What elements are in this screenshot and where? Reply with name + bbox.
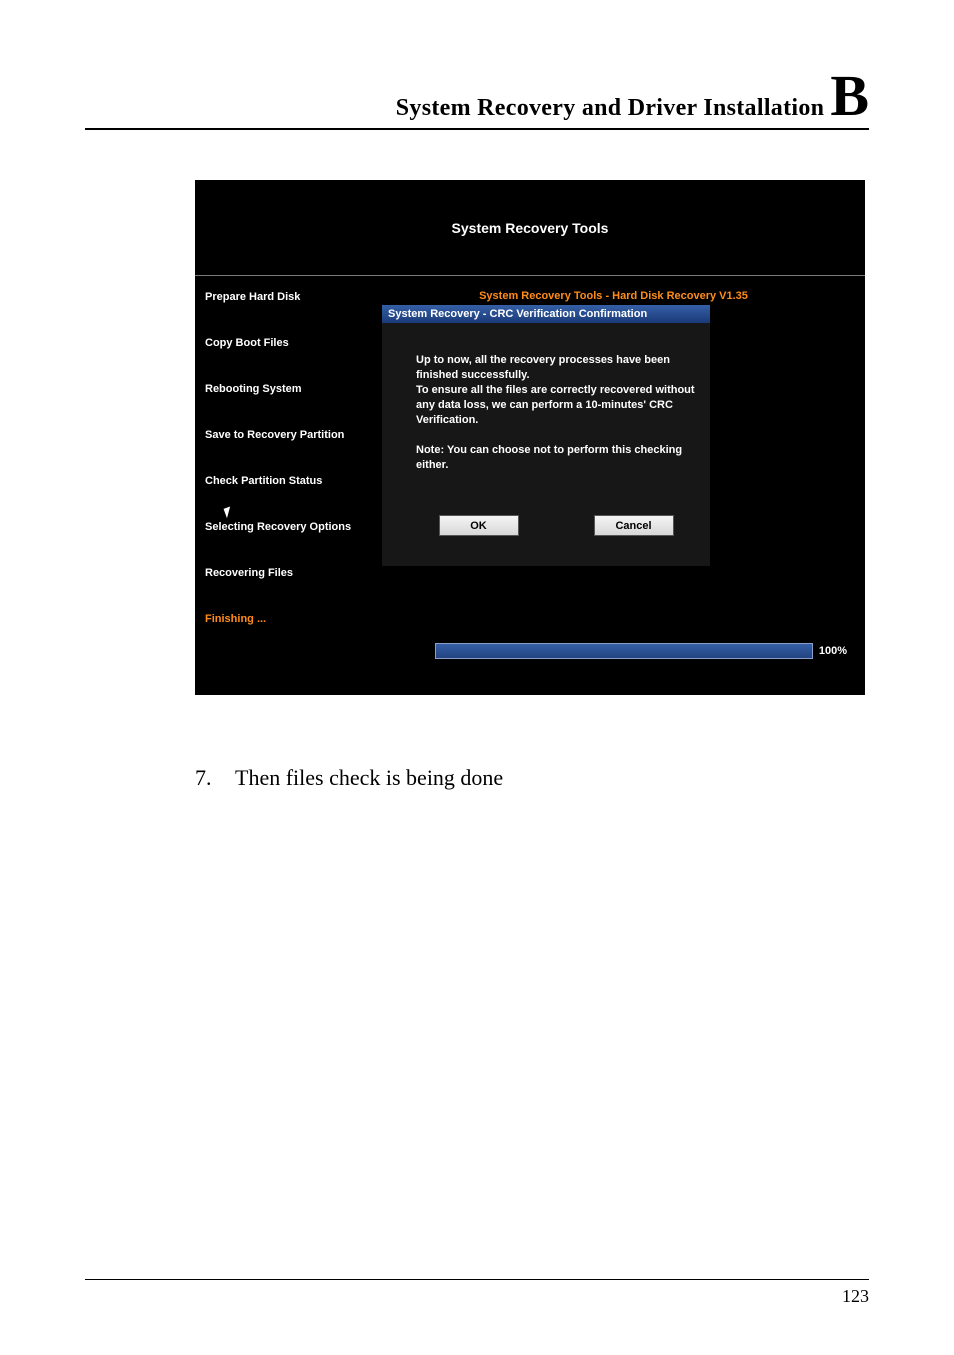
- step-recovering-files: Recovering Files: [205, 567, 380, 579]
- dialog-button-row: OK Cancel: [416, 515, 696, 542]
- ok-button[interactable]: OK: [439, 515, 519, 536]
- footer-divider: [85, 1279, 869, 1280]
- header-title: System Recovery and Driver Installation: [396, 95, 825, 122]
- step-save-recovery-partition: Save to Recovery Partition: [205, 429, 380, 441]
- progress-percent: 100%: [819, 645, 847, 657]
- cancel-button[interactable]: Cancel: [594, 515, 674, 536]
- progress-row: 100%: [435, 643, 847, 659]
- step-check-partition-status: Check Partition Status: [205, 475, 380, 487]
- step-rebooting-system: Rebooting System: [205, 383, 380, 395]
- step-selecting-recovery-options: Selecting Recovery Options: [205, 521, 380, 533]
- dialog-title: System Recovery - CRC Verification Confi…: [382, 305, 710, 323]
- instruction-text: Then files check is being done: [235, 765, 503, 791]
- page-number: 123: [842, 1286, 869, 1307]
- step-list: Prepare Hard Disk Copy Boot Files Reboot…: [195, 276, 380, 674]
- screenshot-title: System Recovery Tools: [195, 180, 865, 276]
- screenshot-container: System Recovery Tools Prepare Hard Disk …: [195, 180, 865, 695]
- right-pane: System Recovery Tools - Hard Disk Recove…: [380, 276, 865, 674]
- instruction-step: 7. Then files check is being done: [195, 765, 869, 791]
- page-header: System Recovery and Driver Installation …: [85, 70, 869, 130]
- crc-dialog: System Recovery - CRC Verification Confi…: [382, 305, 710, 566]
- step-copy-boot-files: Copy Boot Files: [205, 337, 380, 349]
- recovery-tool-screenshot: System Recovery Tools Prepare Hard Disk …: [195, 180, 865, 695]
- step-prepare-hard-disk: Prepare Hard Disk: [205, 291, 380, 303]
- tool-subtitle: System Recovery Tools - Hard Disk Recove…: [380, 290, 847, 302]
- instruction-number: 7.: [195, 765, 235, 791]
- dialog-message-1: Up to now, all the recovery processes ha…: [416, 353, 696, 427]
- dialog-body: Up to now, all the recovery processes ha…: [382, 323, 710, 566]
- progress-bar: [435, 643, 813, 659]
- step-finishing: Finishing ...: [205, 613, 380, 625]
- dialog-message-2: Note: You can choose not to perform this…: [416, 443, 696, 473]
- appendix-letter: B: [830, 70, 869, 122]
